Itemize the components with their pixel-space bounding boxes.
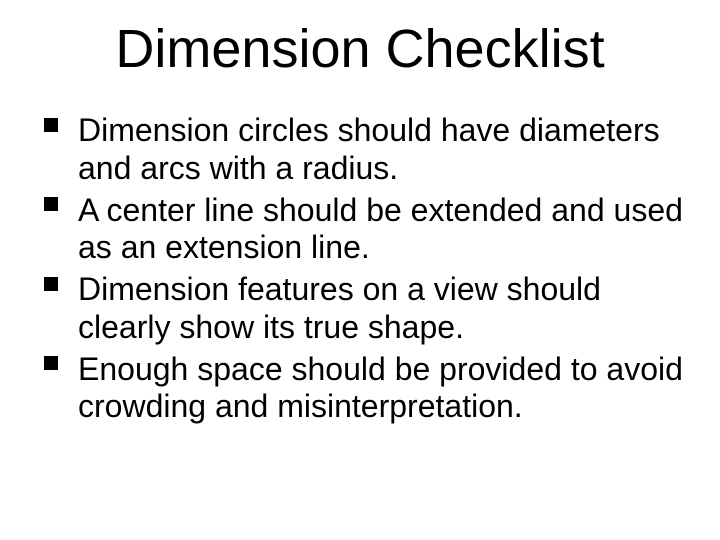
- list-item: Enough space should be provided to avoid…: [44, 351, 688, 427]
- square-bullet-icon: [44, 197, 58, 211]
- list-item: Dimension circles should have diameters …: [44, 112, 688, 188]
- bullet-list: Dimension circles should have diameters …: [32, 112, 688, 426]
- slide-title: Dimension Checklist: [32, 18, 688, 80]
- list-item: A center line should be extended and use…: [44, 192, 688, 268]
- list-item-text: A center line should be extended and use…: [78, 192, 683, 266]
- list-item: Dimension features on a view should clea…: [44, 271, 688, 347]
- square-bullet-icon: [44, 356, 58, 370]
- list-item-text: Dimension circles should have diameters …: [78, 112, 660, 186]
- square-bullet-icon: [44, 118, 58, 132]
- slide: Dimension Checklist Dimension circles sh…: [0, 0, 720, 540]
- list-item-text: Enough space should be provided to avoid…: [78, 351, 683, 425]
- list-item-text: Dimension features on a view should clea…: [78, 271, 601, 345]
- square-bullet-icon: [44, 277, 58, 291]
